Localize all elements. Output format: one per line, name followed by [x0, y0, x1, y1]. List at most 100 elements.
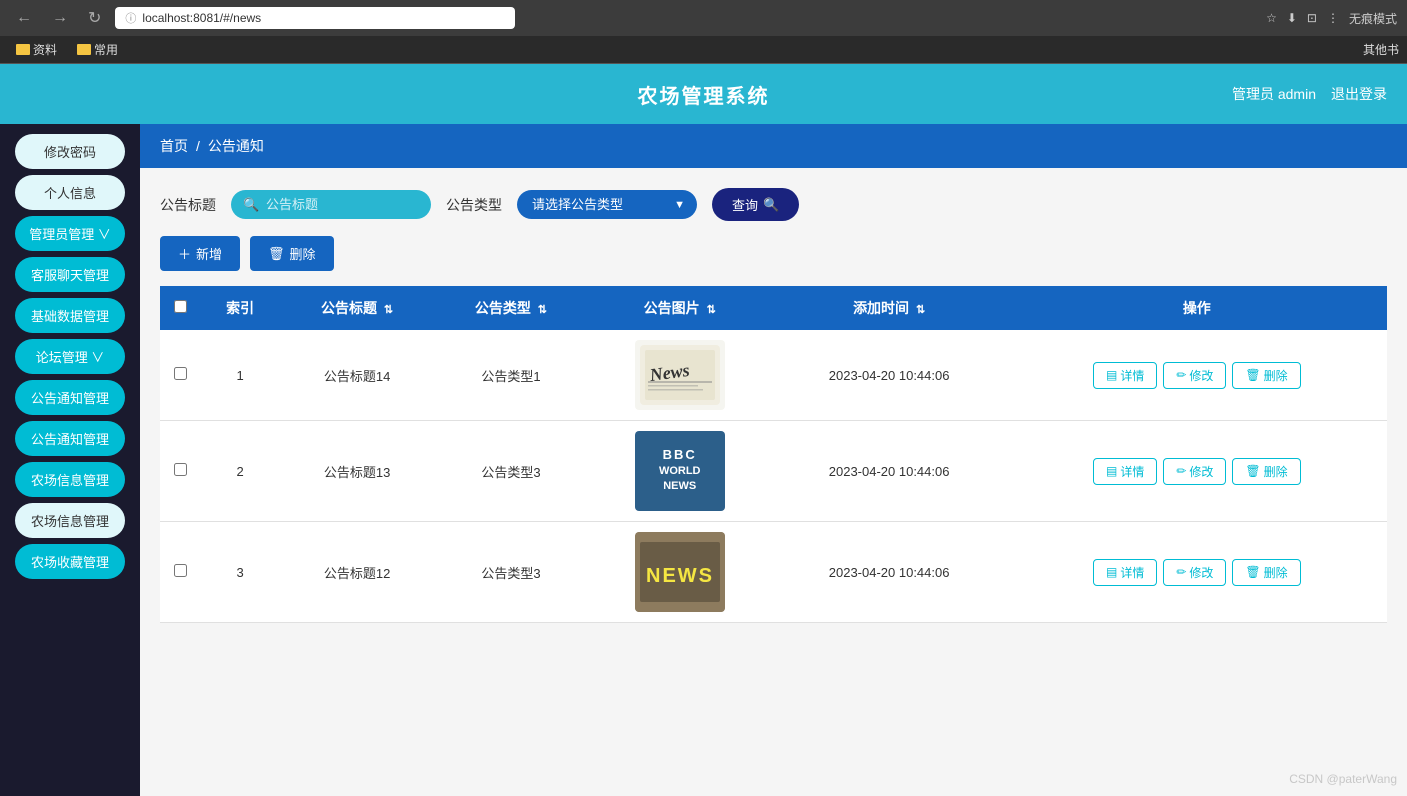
- row3-delete-btn[interactable]: 🗑 删除: [1232, 559, 1300, 586]
- header-checkbox-col: [160, 286, 200, 330]
- data-table: 索引 公告标题 ⇅ 公告类型 ⇅ 公告图片: [160, 286, 1387, 623]
- row2-actions: ▤ 详情 ✏ 修改 🗑 删除: [1007, 421, 1387, 522]
- breadcrumb: 首页 / 公告通知: [140, 124, 1407, 168]
- table-wrap: 索引 公告标题 ⇅ 公告类型 ⇅ 公告图片: [140, 286, 1407, 623]
- table-row: 1 公告标题14 公告类型1: [160, 330, 1387, 421]
- row2-image: BBC WORLDNEWS: [588, 421, 772, 522]
- search-input-wrap: 🔍: [231, 190, 431, 219]
- sidebar-item-announcement2[interactable]: 公告通知管理: [15, 421, 125, 456]
- row1-delete-btn[interactable]: 🗑 删除: [1232, 362, 1300, 389]
- reload-btn[interactable]: ↻: [82, 6, 107, 30]
- row1-action-group: ▤ 详情 ✏ 修改 🗑 删除: [1017, 362, 1377, 389]
- lock-icon: ⓘ: [125, 10, 136, 26]
- row3-detail-btn[interactable]: ▤ 详情: [1093, 559, 1157, 586]
- header-index: 索引: [200, 286, 280, 330]
- app-title: 农场管理系统: [638, 80, 770, 109]
- bookmarks-right: 其他书: [1363, 41, 1399, 58]
- row2-delete-btn[interactable]: 🗑 删除: [1232, 458, 1300, 485]
- row3-index: 3: [200, 522, 280, 623]
- sidebar-item-announcement1[interactable]: 公告通知管理: [15, 380, 125, 415]
- row1-select[interactable]: [174, 367, 187, 380]
- row1-title: 公告标题14: [280, 330, 434, 421]
- header-image: 公告图片 ⇅: [588, 286, 772, 330]
- row2-checkbox: [160, 421, 200, 522]
- folder-icon-1: [16, 44, 30, 55]
- sort-icon-time[interactable]: ⇅: [916, 304, 925, 316]
- sidebar-item-farm-collection[interactable]: 农场收藏管理: [15, 544, 125, 579]
- edit-icon-2: ✏: [1176, 464, 1186, 478]
- search-btn-label: 查询: [732, 195, 758, 214]
- bookmarks-bar: 资料 常用 其他书: [0, 36, 1407, 64]
- menu-icon[interactable]: ⋮: [1327, 11, 1339, 25]
- add-label: 新增: [196, 244, 222, 263]
- search-label-type: 公告类型: [446, 195, 502, 215]
- header-user-info: 管理员 admin 退出登录: [1232, 84, 1387, 104]
- row1-image: News: [588, 330, 772, 421]
- row3-type: 公告类型3: [434, 522, 588, 623]
- row1-time: 2023-04-20 10:44:06: [772, 330, 1007, 421]
- news-image-1: News: [635, 340, 725, 410]
- search-button[interactable]: 查询 🔍: [712, 188, 799, 221]
- search-icon: 🔍: [243, 197, 259, 213]
- dropdown-wrap: 请选择公告类型 ▼: [517, 190, 697, 219]
- sidebar: 修改密码 个人信息 管理员管理 ∨ 客服聊天管理 基础数据管理 论坛管理 ∨ 公…: [0, 124, 140, 796]
- sidebar-item-personal-info[interactable]: 个人信息: [15, 175, 125, 210]
- bookmark-2[interactable]: 常用: [69, 39, 126, 60]
- sort-icon-title[interactable]: ⇅: [384, 304, 393, 316]
- row1-checkbox: [160, 330, 200, 421]
- sidebar-item-chat[interactable]: 客服聊天管理: [15, 257, 125, 292]
- type-dropdown[interactable]: 请选择公告类型: [517, 190, 697, 219]
- folder-icon-2: [77, 44, 91, 55]
- row1-detail-btn[interactable]: ▤ 详情: [1093, 362, 1157, 389]
- header-title: 公告标题 ⇅: [280, 286, 434, 330]
- row2-type: 公告类型3: [434, 421, 588, 522]
- browser-actions: ☆ ⬇ ⊡ ⋮ 无痕模式: [1266, 10, 1397, 27]
- sidebar-item-farm-info1[interactable]: 农场信息管理: [15, 462, 125, 497]
- browser-chrome: ← → ↻ ⓘ localhost:8081/#/news ☆ ⬇ ⊡ ⋮ 无痕…: [0, 0, 1407, 36]
- url-bar[interactable]: ⓘ localhost:8081/#/news: [115, 7, 515, 29]
- news-image-3: NEWS: [635, 532, 725, 612]
- download-icon[interactable]: ⬇: [1287, 11, 1297, 25]
- back-btn[interactable]: ←: [10, 7, 38, 29]
- row2-select[interactable]: [174, 463, 187, 476]
- select-all-checkbox[interactable]: [174, 300, 187, 313]
- search-btn-icon: 🔍: [763, 197, 779, 213]
- sidebar-item-basic-data[interactable]: 基础数据管理: [15, 298, 125, 333]
- app-header: 农场管理系统 管理员 admin 退出登录: [0, 64, 1407, 124]
- breadcrumb-home[interactable]: 首页: [160, 136, 188, 156]
- edit-icon-3: ✏: [1176, 565, 1186, 579]
- sort-icon-type[interactable]: ⇅: [538, 304, 547, 316]
- bbc-world: WORLDNEWS: [659, 464, 701, 495]
- row1-index: 1: [200, 330, 280, 421]
- sidebar-item-change-password[interactable]: 修改密码: [15, 134, 125, 169]
- search-label-title: 公告标题: [160, 195, 216, 215]
- row3-time: 2023-04-20 10:44:06: [772, 522, 1007, 623]
- row3-edit-btn[interactable]: ✏ 修改: [1163, 559, 1226, 586]
- sidebar-item-farm-info2[interactable]: 农场信息管理: [15, 503, 125, 538]
- row2-detail-btn[interactable]: ▤ 详情: [1093, 458, 1157, 485]
- table-header-row: 索引 公告标题 ⇅ 公告类型 ⇅ 公告图片: [160, 286, 1387, 330]
- header-type: 公告类型 ⇅: [434, 286, 588, 330]
- add-button[interactable]: ＋ 新增: [160, 236, 240, 271]
- logout-btn[interactable]: 退出登录: [1331, 84, 1387, 104]
- svg-text:NEWS: NEWS: [646, 565, 714, 587]
- forward-btn[interactable]: →: [46, 7, 74, 29]
- url-text: localhost:8081/#/news: [142, 11, 261, 25]
- search-area: 公告标题 🔍 公告类型 请选择公告类型 ▼ 查询 🔍: [140, 188, 1407, 236]
- row2-edit-btn[interactable]: ✏ 修改: [1163, 458, 1226, 485]
- header-actions: 操作: [1007, 286, 1387, 330]
- row3-select[interactable]: [174, 564, 187, 577]
- sidebar-item-forum[interactable]: 论坛管理 ∨: [15, 339, 125, 374]
- batch-delete-button[interactable]: 🗑 删除: [250, 236, 334, 271]
- sidebar-item-admin[interactable]: 管理员管理 ∨: [15, 216, 125, 251]
- star-icon[interactable]: ☆: [1266, 11, 1277, 25]
- sort-icon-image[interactable]: ⇅: [707, 304, 716, 316]
- row1-edit-btn[interactable]: ✏ 修改: [1163, 362, 1226, 389]
- search-input-title[interactable]: [231, 190, 431, 219]
- window-icon[interactable]: ⊡: [1307, 11, 1317, 25]
- bookmark-1[interactable]: 资料: [8, 39, 65, 60]
- row1-trash-icon: 🗑: [1245, 368, 1260, 382]
- bookmark-label-2: 常用: [94, 41, 118, 58]
- row2-trash-icon: 🗑: [1245, 464, 1260, 478]
- detail-icon-3: ▤: [1106, 565, 1117, 579]
